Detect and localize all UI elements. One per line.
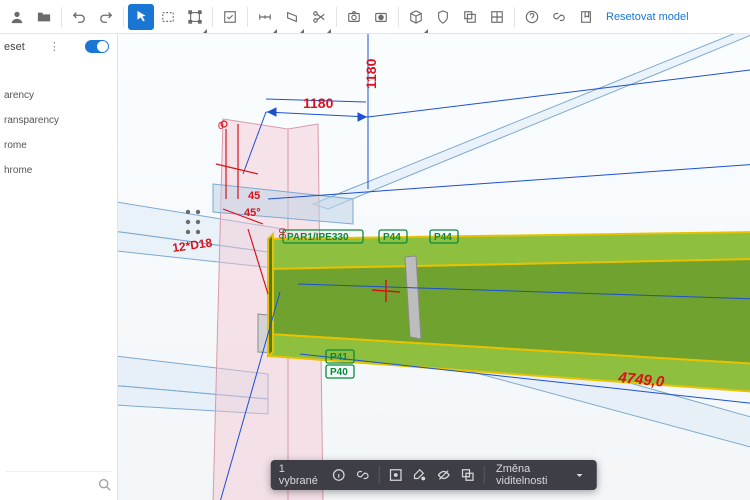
profile-label: PAR1/IPE330 [287,232,349,243]
bookmark-icon[interactable] [573,4,599,30]
selection-bar: 1 vybrané Změna viditelnosti [271,460,597,490]
plate-label: P40 [330,367,348,378]
rect-select-icon[interactable] [155,4,181,30]
hide-icon[interactable] [433,463,455,487]
sidebar-option[interactable]: rome [0,133,117,158]
zero-label: 0 [218,121,224,132]
reset-model-link[interactable]: Resetovat model [606,11,689,23]
sidebar: eset ⋮ arency ransparency rome hrome [0,34,118,500]
plate-label: P44 [434,232,452,243]
snapshot-icon[interactable] [368,4,394,30]
dim-label: 1180 [303,95,334,111]
info-circle-icon[interactable] [328,463,350,487]
top-toolbar: Resetovat model [0,0,750,34]
color-icon[interactable] [409,463,431,487]
sidebar-option[interactable]: ransparency [0,108,117,133]
separator [247,7,248,27]
preset-label: eset [4,41,25,53]
preset-toggle[interactable] [85,40,109,53]
cut-icon[interactable] [306,4,332,30]
separator [398,7,399,27]
plate-label: P41 [330,352,348,363]
camera-icon[interactable] [341,4,367,30]
section-icon[interactable] [279,4,305,30]
separator [212,7,213,27]
visibility-label: Změna viditelnosti [496,463,571,487]
angle-label: 45 [248,190,260,202]
user-icon[interactable] [4,4,30,30]
link-icon[interactable] [546,4,572,30]
transform-icon[interactable] [182,4,208,30]
shield-icon[interactable] [430,4,456,30]
redo-icon[interactable] [93,4,119,30]
focus-icon[interactable] [385,463,407,487]
layers-icon[interactable] [457,4,483,30]
scene-svg: 1180 1180 45° 45 12*D18 0 90 PAR1/IPE330… [118,34,750,500]
chain-icon[interactable] [352,463,374,487]
folder-icon[interactable] [31,4,57,30]
visibility-dropdown[interactable]: Změna viditelnosti [490,463,591,487]
plate-label: P44 [383,232,401,243]
selection-count: 1 vybrané [277,463,326,487]
separator [484,466,485,484]
cube-icon[interactable] [403,4,429,30]
measure-icon[interactable] [252,4,278,30]
undo-icon[interactable] [66,4,92,30]
separator [61,7,62,27]
sidebar-option[interactable]: hrome [0,158,117,183]
separator [336,7,337,27]
separator [123,7,124,27]
grid-icon[interactable] [484,4,510,30]
angle-label: 45° [244,207,261,219]
separator [514,7,515,27]
viewport-3d[interactable]: 1180 1180 45° 45 12*D18 0 90 PAR1/IPE330… [118,34,750,500]
separator [379,466,380,484]
select-tool-icon[interactable] [128,4,154,30]
more-icon[interactable]: ⋮ [49,40,61,53]
dim-label: 1180 [363,58,379,89]
isolate-icon[interactable] [457,463,479,487]
edit-icon[interactable] [217,4,243,30]
sidebar-search-icon[interactable] [6,471,111,494]
help-icon[interactable] [519,4,545,30]
sidebar-option[interactable]: arency [0,83,117,108]
